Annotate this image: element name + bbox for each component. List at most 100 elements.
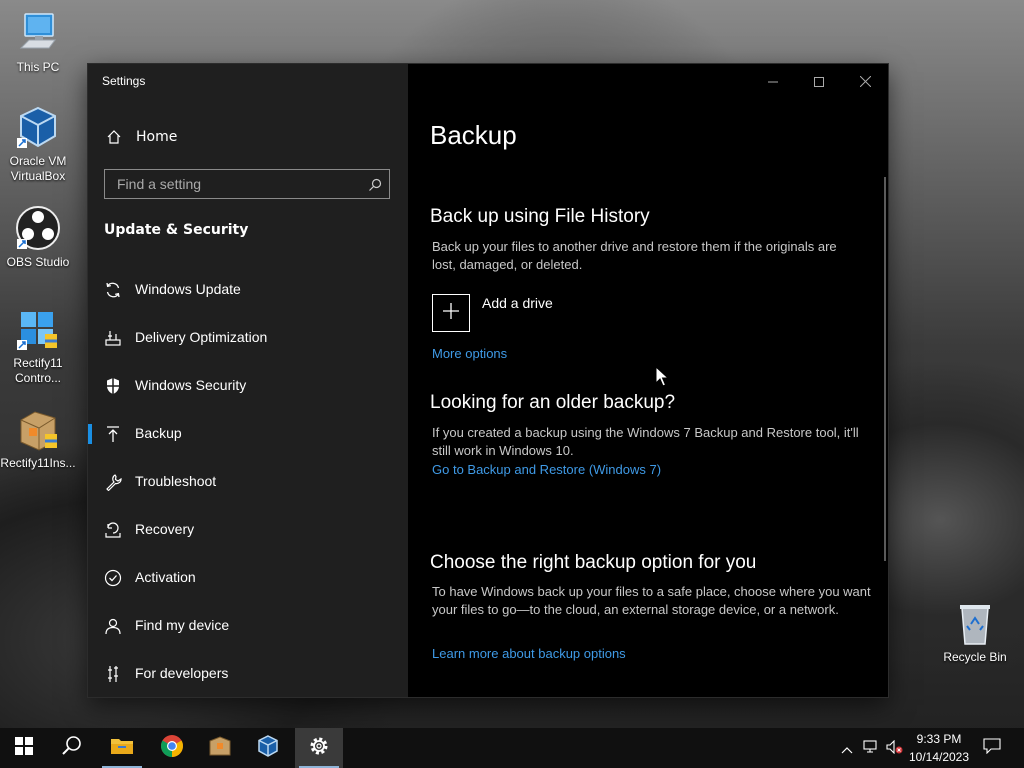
network-icon (863, 739, 879, 758)
action-center-button[interactable] (978, 728, 1006, 768)
taskbar-virtualbox[interactable] (244, 728, 292, 768)
sidebar-item-label: Windows Security (135, 377, 247, 393)
desktop-icon-recycle-bin[interactable]: Recycle Bin (937, 600, 1013, 665)
sidebar-item-label: Activation (135, 569, 196, 585)
file-history-description: Back up your files to another drive and … (432, 239, 837, 272)
close-icon (859, 72, 871, 91)
gear-icon (308, 735, 330, 761)
find-setting-input[interactable] (115, 175, 359, 193)
recycle-bin-icon (952, 600, 998, 646)
page-title: Backup (430, 120, 517, 150)
shield-icon (103, 376, 123, 396)
minimize-icon (768, 72, 778, 91)
sidebar-item-windows-security[interactable]: Windows Security (88, 364, 408, 408)
network-tray-button[interactable] (860, 728, 882, 768)
older-backup-heading: Looking for an older backup? (430, 392, 676, 413)
search-button[interactable] (48, 728, 96, 768)
sidebar-item-recovery[interactable]: Recovery (88, 508, 408, 552)
add-drive-button[interactable] (432, 294, 470, 332)
sidebar-item-label: Troubleshoot (135, 473, 217, 489)
installer-package-icon (15, 406, 61, 452)
older-backup-description: If you created a backup using the Window… (432, 425, 859, 458)
home-nav-item[interactable]: Home (104, 126, 177, 148)
content-scrollbar[interactable] (884, 177, 886, 561)
taskbar: 9:33 PM 10/14/2023 (0, 728, 1024, 768)
windows-start-icon (15, 737, 33, 759)
home-icon (104, 129, 124, 145)
start-button[interactable] (0, 728, 48, 768)
sidebar-item-for-developers[interactable]: For developers (88, 652, 408, 696)
sidebar-section-title: Update & Security (104, 222, 249, 238)
delivery-optimization-icon (103, 328, 123, 348)
virtualbox-icon (15, 104, 61, 150)
desktop-icon-obs[interactable]: OBS Studio (0, 205, 76, 270)
backup-arrow-icon (103, 424, 123, 444)
chevron-up-icon (841, 739, 853, 758)
sidebar-item-label: Find my device (135, 617, 230, 633)
settings-sidebar: Settings Home Update & Security Windows … (88, 64, 408, 697)
volume-tray-button[interactable] (884, 728, 906, 768)
right-option-heading: Choose the right backup option for you (430, 552, 757, 573)
sidebar-item-label: Delivery Optimization (135, 329, 268, 345)
show-hidden-icons-button[interactable] (836, 728, 858, 768)
learn-more-backup-link[interactable]: Learn more about backup options (432, 646, 626, 661)
plus-icon (442, 302, 460, 324)
wrench-icon (103, 472, 123, 492)
desktop-icon-label: Rectify11Ins... (0, 456, 76, 470)
sidebar-item-troubleshoot[interactable]: Troubleshoot (88, 460, 408, 504)
home-label: Home (136, 129, 178, 145)
desktop-icon-virtualbox[interactable]: Oracle VM VirtualBox (0, 104, 76, 184)
sidebar-item-delivery-optimization[interactable]: Delivery Optimization (88, 316, 408, 360)
chrome-icon (160, 734, 184, 762)
add-drive-label[interactable]: Add a drive (482, 295, 553, 311)
clock-date: 10/14/2023 (908, 750, 970, 764)
computer-icon (15, 10, 61, 56)
sidebar-item-windows-update[interactable]: Windows Update (88, 268, 408, 312)
taskbar-chrome[interactable] (148, 728, 196, 768)
settings-window: Settings Home Update & Security Windows … (88, 64, 888, 697)
more-options-link[interactable]: More options (432, 346, 507, 361)
obs-icon (15, 205, 61, 251)
close-button[interactable] (842, 64, 888, 98)
search-icon[interactable] (368, 177, 382, 196)
desktop-icon-label: This PC (16, 60, 60, 74)
sidebar-item-activation[interactable]: Activation (88, 556, 408, 600)
desktop-icon-label: Oracle VM VirtualBox (9, 154, 67, 183)
mouse-cursor-icon (655, 365, 670, 392)
person-locate-icon (103, 616, 123, 636)
volume-muted-icon (886, 739, 904, 758)
search-icon (61, 735, 83, 761)
desktop-icon-rectify11-installer[interactable]: Rectify11Ins... (0, 406, 76, 471)
sidebar-item-label: Recovery (135, 521, 195, 537)
sidebar-item-find-my-device[interactable]: Find my device (88, 604, 408, 648)
desktop-icon-this-pc[interactable]: This PC (0, 10, 76, 75)
sidebar-item-label: Windows Update (135, 281, 241, 297)
maximize-icon (814, 72, 824, 91)
recovery-icon (103, 520, 123, 540)
backup-restore-windows7-link[interactable]: Go to Backup and Restore (Windows 7) (432, 462, 661, 477)
file-history-heading: Back up using File History (430, 206, 650, 227)
taskbar-settings[interactable] (295, 728, 343, 768)
virtualbox-icon (256, 734, 280, 762)
package-icon (208, 735, 232, 761)
sidebar-item-label: For developers (135, 665, 229, 681)
sync-icon (103, 280, 123, 300)
taskbar-package[interactable] (196, 728, 244, 768)
sidebar-item-label: Backup (135, 425, 182, 441)
desktop-icon-rectify11-control[interactable]: Rectify11 Contro... (0, 306, 76, 386)
taskbar-file-explorer[interactable] (98, 728, 146, 768)
developer-tools-icon (103, 664, 123, 684)
settings-content: Backup Back up using File History Back u… (408, 64, 888, 697)
right-option-description: To have Windows back up your files to a … (432, 584, 871, 617)
desktop-icon-label: OBS Studio (6, 255, 70, 269)
window-title: Settings (102, 74, 146, 88)
notification-icon (983, 738, 1001, 758)
minimize-button[interactable] (750, 64, 796, 98)
desktop-icon-label: Rectify11 Contro... (13, 356, 63, 385)
desktop-icon-label: Recycle Bin (943, 650, 1007, 664)
check-circle-icon (103, 568, 123, 588)
find-setting-search-box[interactable] (104, 169, 390, 199)
sidebar-item-backup[interactable]: Backup (88, 412, 408, 456)
maximize-button[interactable] (796, 64, 842, 98)
taskbar-clock[interactable]: 9:33 PM 10/14/2023 (904, 730, 974, 766)
